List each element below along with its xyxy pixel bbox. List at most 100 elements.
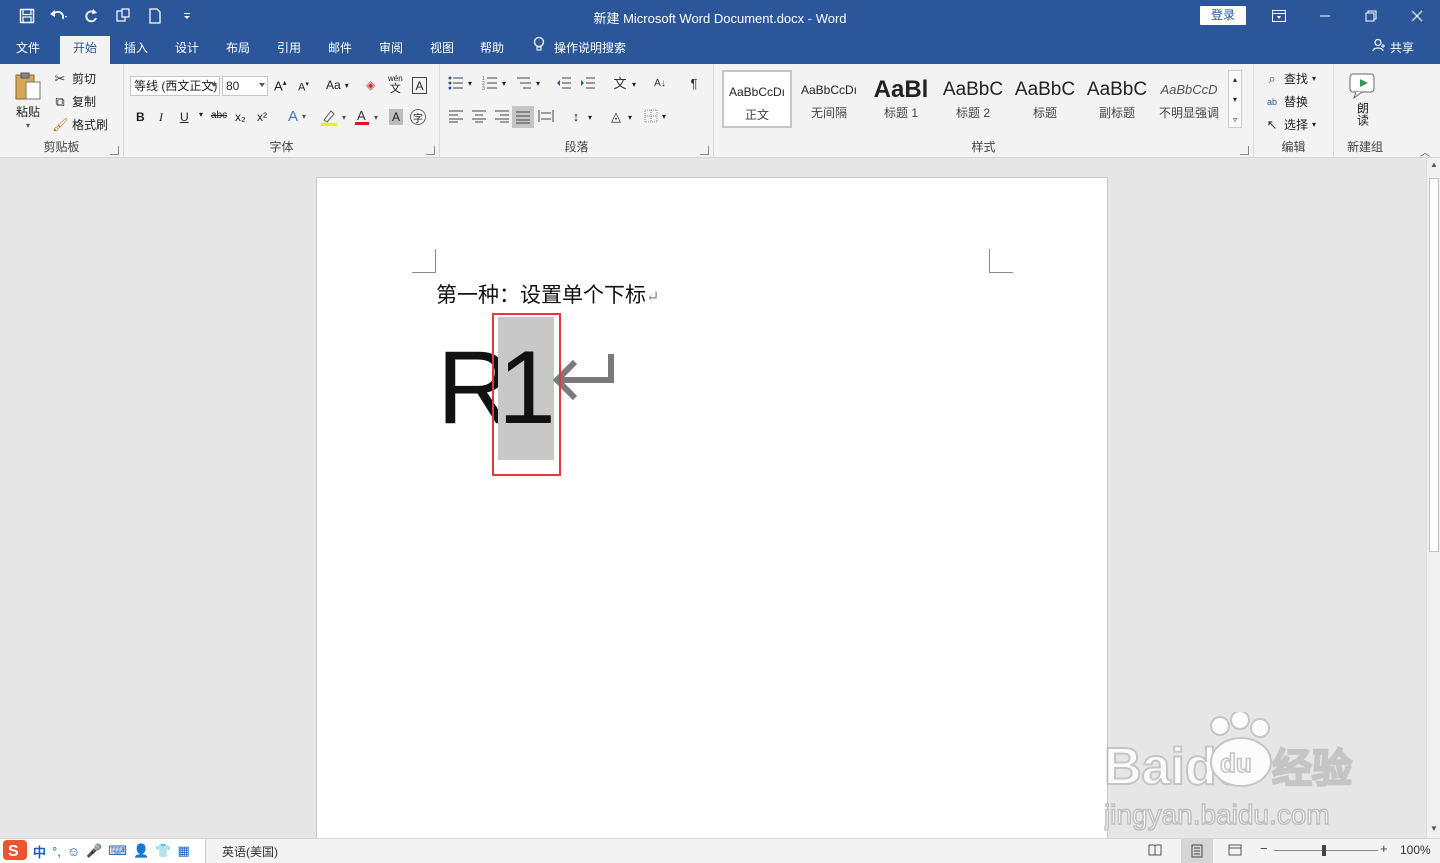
read-mode-icon[interactable] [1148,843,1162,860]
find-button[interactable]: ⌕ 查找 ▾ [1264,70,1316,87]
vertical-scrollbar[interactable]: ▲ ▼ [1426,158,1440,838]
collapse-ribbon-icon[interactable]: ︿ [1420,144,1430,159]
align-left-button[interactable] [448,109,464,123]
multilevel-list-button[interactable]: ▾ [516,76,540,90]
style-normal[interactable]: AaBbCcDı 正文 [722,70,792,128]
show-marks-button[interactable]: ¶ [686,76,702,92]
chevron-down-icon[interactable]: ▾ [1233,95,1237,104]
tell-me-search[interactable]: 操作说明搜索 [532,32,626,64]
strikethrough-button[interactable]: abc [211,110,227,121]
underline-dropdown-icon[interactable]: ▾ [199,110,203,119]
keyboard-icon[interactable]: ⌨ [108,843,127,859]
font-name-select[interactable]: 等线 (西文正文) [130,76,220,96]
text-effects-button[interactable]: A ▾ [288,108,306,125]
zoom-slider-thumb[interactable] [1322,845,1326,856]
paste-dropdown-icon[interactable]: ▾ [26,121,30,130]
phonetic-guide-button[interactable]: wén 文 [388,74,403,95]
zoom-level[interactable]: 100% [1400,843,1431,857]
font-size-select[interactable]: 80 [222,76,268,96]
style-subtitle[interactable]: AaBbC 副标题 [1082,70,1152,128]
grow-font-button[interactable]: A▴ [274,78,287,93]
distributed-button[interactable] [538,109,554,123]
punctuation-icon[interactable]: °, [52,844,61,859]
tab-help[interactable]: 帮助 [470,32,514,64]
body-text-line[interactable]: 第一种：设置单个下标↵ [436,279,659,309]
scroll-up-icon[interactable]: ▲ [1430,160,1438,169]
shading-button[interactable]: ◬ ▾ [608,109,632,125]
web-layout-icon[interactable] [1228,843,1242,860]
tab-mailings[interactable]: 邮件 [318,32,362,64]
tab-layout[interactable]: 布局 [216,32,260,64]
tab-review[interactable]: 审阅 [369,32,413,64]
style-heading-1[interactable]: AaBl 标题 1 [866,70,936,128]
clipboard-launcher-icon[interactable] [110,146,119,155]
align-right-button[interactable] [494,109,510,123]
borders-button[interactable]: ▾ [644,109,666,123]
copy-button[interactable]: ⧉ 复制 [52,93,96,110]
read-aloud-button[interactable]: 朗读 [1348,72,1378,126]
clear-formatting-button[interactable]: ◈ [366,78,375,92]
restore-icon[interactable] [1348,0,1394,32]
emoji-icon[interactable]: ☺ [67,844,80,859]
scroll-down-icon[interactable]: ▼ [1430,824,1438,833]
user-icon[interactable]: 👤 [133,843,149,859]
bold-button[interactable]: B [136,110,145,124]
style-title[interactable]: AaBbC 标题 [1010,70,1080,128]
minimize-icon[interactable] [1302,0,1348,32]
highlight-button[interactable]: ▾ [320,108,346,126]
skin-icon[interactable]: 👕 [155,843,171,859]
subscript-button[interactable]: x₂ [235,110,246,124]
cut-button[interactable]: ✂ 剪切 [52,70,96,87]
line-spacing-button[interactable]: ↕ ▾ [568,109,592,125]
enclose-characters-button[interactable]: 字 [410,109,426,125]
zoom-slider[interactable] [1274,845,1378,856]
chinese-layout-button[interactable]: 文 ▾ [612,76,636,92]
ribbon-display-options-icon[interactable] [1256,0,1302,32]
bullets-button[interactable]: ▾ [448,76,472,90]
character-shading-button[interactable]: A [389,109,403,125]
zoom-in-icon[interactable]: + [1380,841,1388,856]
document-page[interactable]: 第一种：设置单个下标↵ R 1 [316,177,1108,838]
select-button[interactable]: ↖ 选择 ▾ [1264,116,1316,133]
tab-home[interactable]: 开始 [60,36,110,64]
shrink-font-button[interactable]: A▾ [298,80,309,94]
change-case-button[interactable]: Aa ▾ [326,78,349,92]
microphone-icon[interactable]: 🎤 [86,843,102,859]
tab-references[interactable]: 引用 [267,32,311,64]
paste-button[interactable]: 粘贴 ▾ [12,70,44,130]
font-color-button[interactable]: A ▾ [354,108,378,126]
tab-design[interactable]: 设计 [165,32,209,64]
tab-insert[interactable]: 插入 [114,32,158,64]
format-painter-button[interactable]: 🖌 格式刷 [52,116,108,133]
toolbox-icon[interactable]: ▦ [177,843,189,859]
language-indicator[interactable]: 英语(美国) [222,843,278,860]
styles-scroll[interactable]: ▴ ▾ ▿ [1228,70,1242,128]
tab-file[interactable]: 文件 [6,32,50,64]
tab-view[interactable]: 视图 [420,32,464,64]
scrollbar-thumb[interactable] [1429,178,1439,552]
numbering-button[interactable]: 1 2 3 ▾ [482,76,506,90]
justify-button[interactable] [512,106,534,128]
increase-indent-button[interactable] [580,76,596,90]
superscript-button[interactable]: x² [257,110,267,124]
font-launcher-icon[interactable] [426,146,435,155]
chevron-up-icon[interactable]: ▴ [1233,75,1237,84]
align-center-button[interactable] [471,109,487,123]
share-button[interactable]: 共享 [1372,32,1414,64]
replace-button[interactable]: ab 替换 [1264,93,1308,110]
style-heading-2[interactable]: AaBbC 标题 2 [938,70,1008,128]
zoom-out-icon[interactable]: − [1260,841,1268,856]
print-layout-icon[interactable] [1181,839,1213,863]
ime-toolbar[interactable]: S 中 °, ☺ 🎤 ⌨ 👤 👕 ▦ [0,839,206,863]
login-button[interactable]: 登录 [1200,6,1246,25]
sort-button[interactable]: A↓ [652,76,668,92]
styles-launcher-icon[interactable] [1240,146,1249,155]
underline-button[interactable]: U [180,110,189,124]
character-border-button[interactable]: A [412,77,427,94]
decrease-indent-button[interactable] [556,76,572,90]
paragraph-launcher-icon[interactable] [700,146,709,155]
close-icon[interactable] [1394,0,1440,32]
italic-button[interactable]: I [159,110,163,125]
more-styles-icon[interactable]: ▿ [1233,115,1237,124]
style-no-spacing[interactable]: AaBbCcDı 无间隔 [794,70,864,128]
